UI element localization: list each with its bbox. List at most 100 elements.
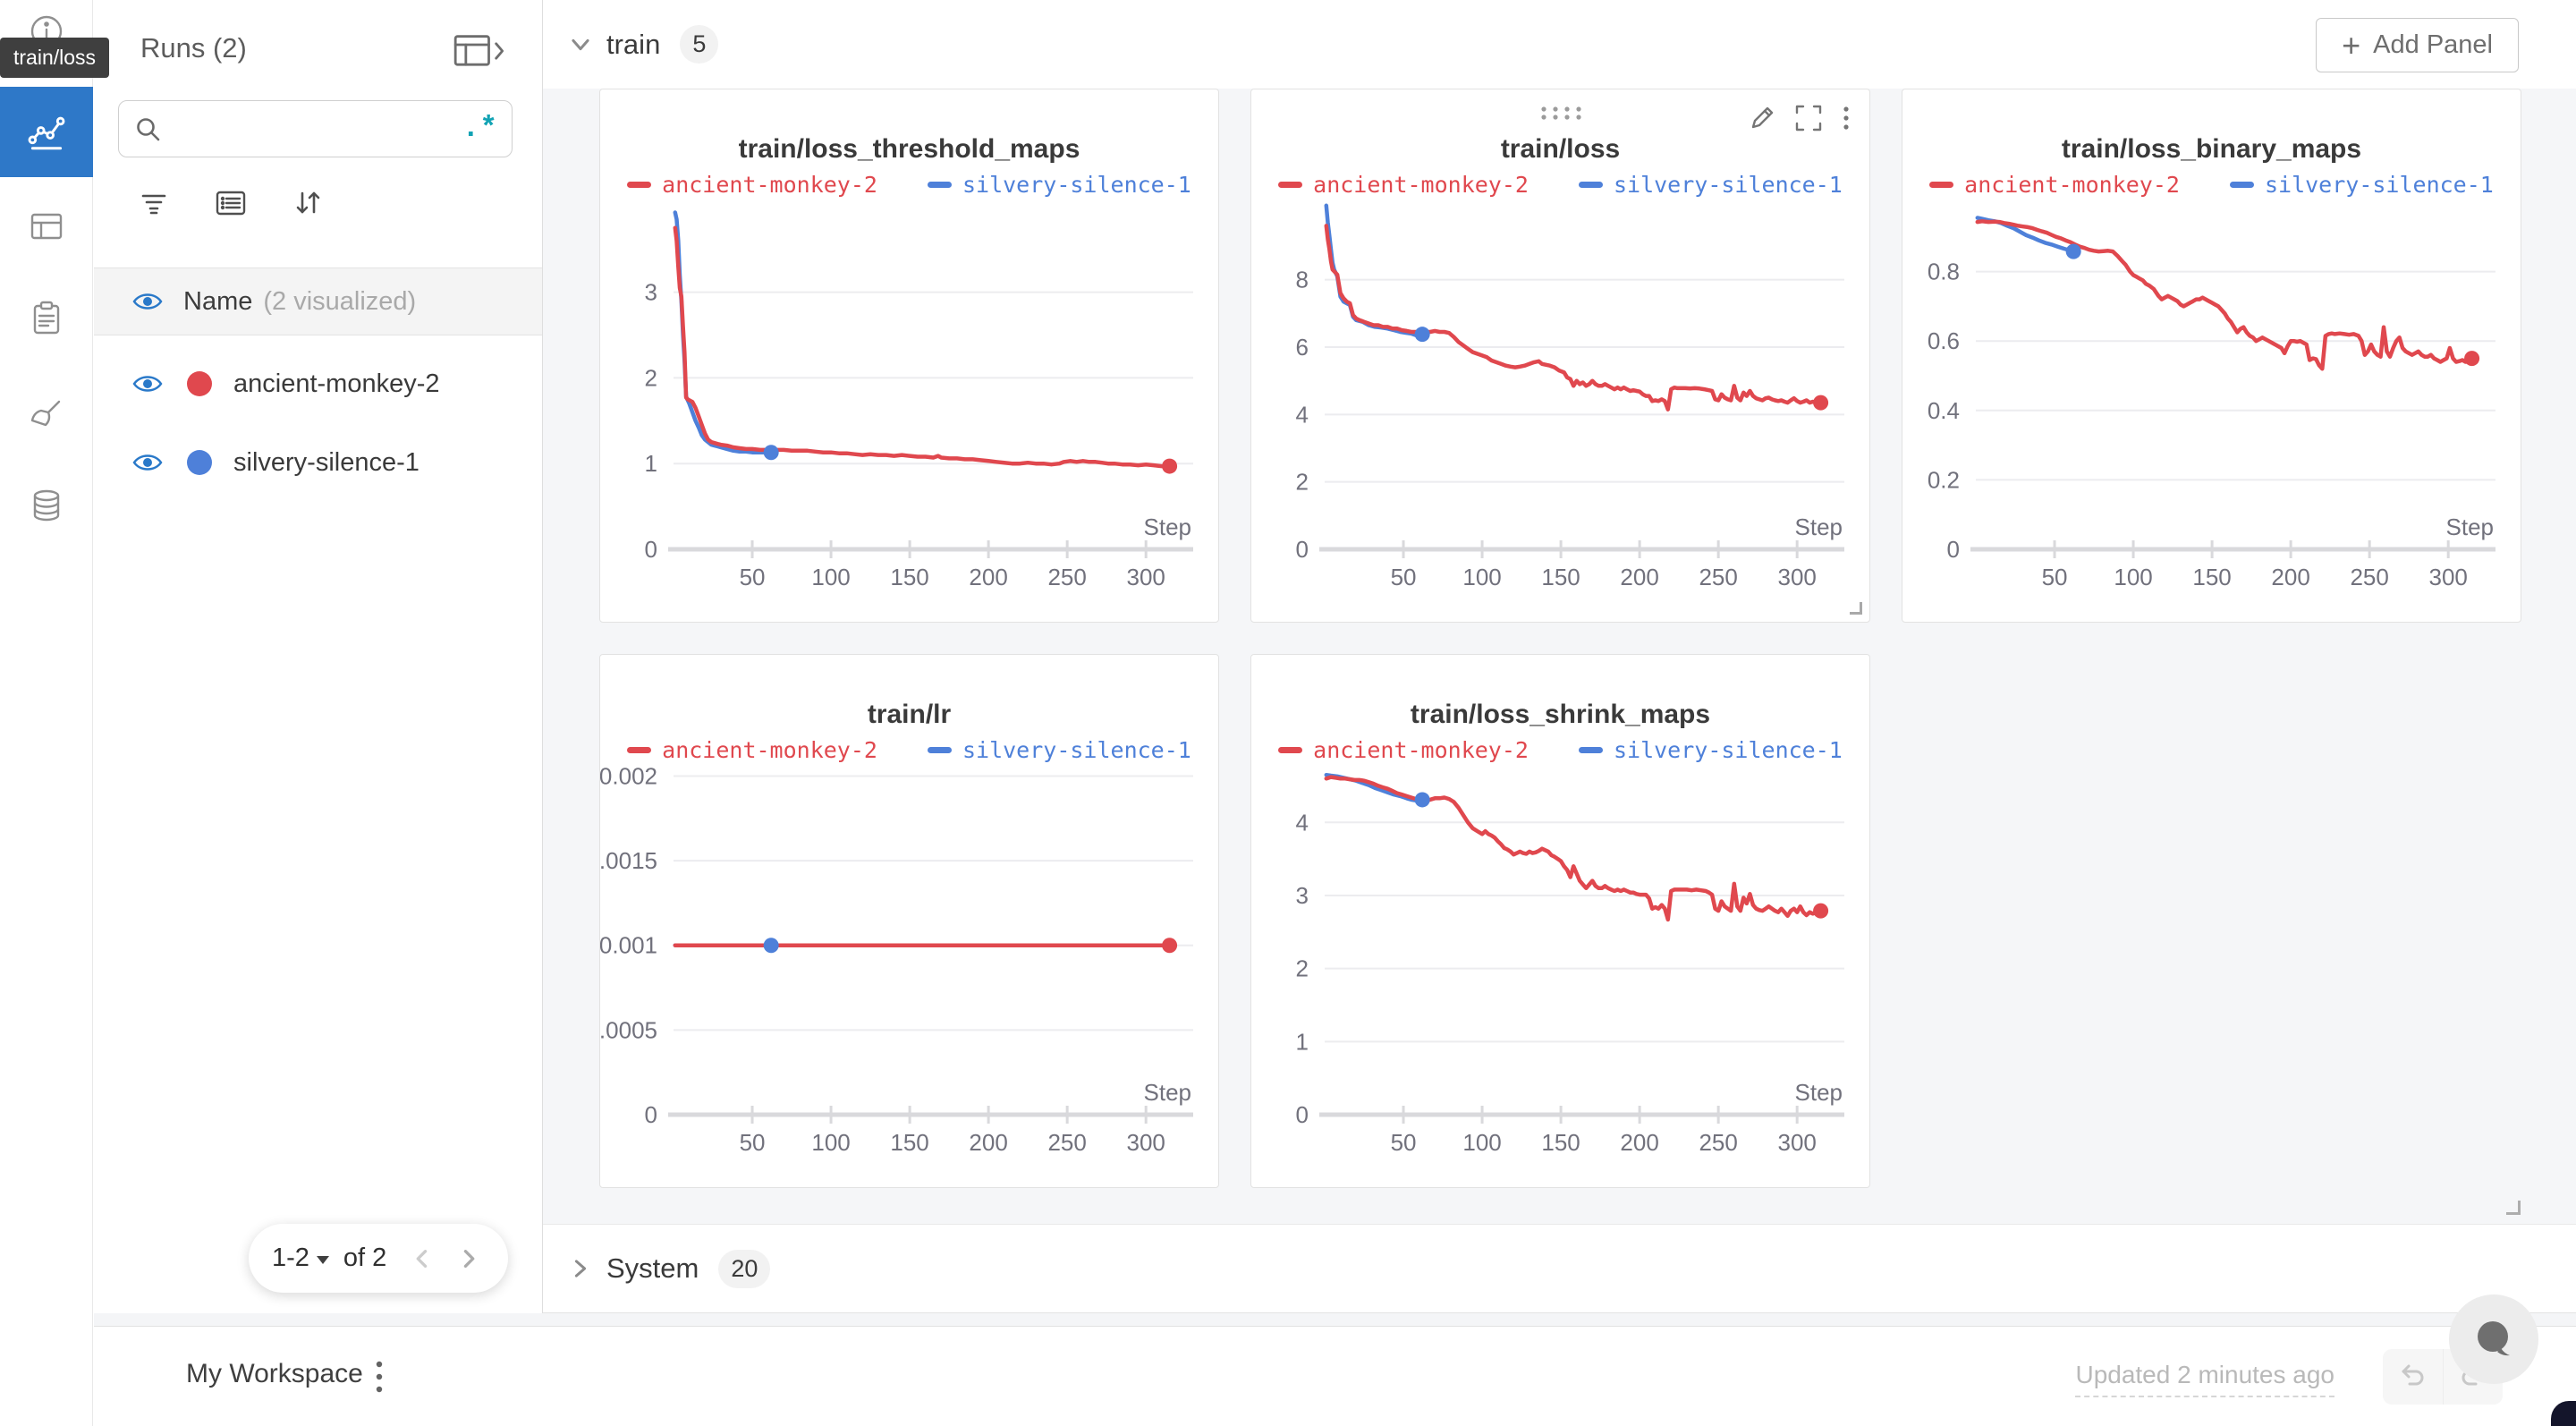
visibility-eye-icon[interactable] (131, 451, 164, 474)
legend-label: ancient-monkey-2 (1964, 172, 2180, 198)
panel-resize-handle[interactable] (1850, 602, 1862, 615)
line-chart-icon (25, 111, 68, 154)
add-panel-button[interactable]: + Add Panel (2316, 18, 2519, 72)
panel-legend: ancient-monkey-2 silvery-silence-1 (600, 737, 1218, 763)
sort-icon[interactable] (291, 186, 325, 220)
legend-item[interactable]: ancient-monkey-2 (1929, 172, 2180, 198)
pagination-caret-icon[interactable] (317, 1256, 329, 1264)
section-count-badge: 20 (718, 1250, 770, 1288)
chevron-down-icon[interactable] (567, 31, 594, 58)
legend-item[interactable]: silvery-silence-1 (1579, 172, 1843, 198)
panel-plot[interactable]: 00.00050.0010.00150.00250100150200250300… (600, 766, 1220, 1174)
drag-handle-icon[interactable] (1540, 106, 1581, 121)
panel-plot[interactable]: 0246850100150200250300Step (1251, 200, 1871, 608)
undo-button[interactable] (2383, 1349, 2443, 1405)
section-resize-handle[interactable] (2506, 1201, 2521, 1215)
chat-button[interactable] (2449, 1294, 2538, 1384)
filter-icon[interactable] (137, 186, 171, 220)
pagination-range[interactable]: 1-2 (272, 1244, 309, 1273)
svg-text:2: 2 (1296, 469, 1309, 496)
runs-table-expand-icon[interactable] (451, 32, 508, 70)
panel-plot[interactable]: 00.20.40.60.850100150200250300Step (1902, 200, 2522, 608)
next-page-icon[interactable] (458, 1247, 479, 1270)
panel-plot[interactable]: 0123450100150200250300Step (1251, 766, 1871, 1174)
svg-text:50: 50 (740, 564, 766, 590)
workspace-menu-icon[interactable] (373, 1355, 386, 1398)
visibility-eye-icon[interactable] (131, 372, 164, 395)
panel-menu-icon[interactable] (1839, 102, 1853, 134)
svg-text:0.2: 0.2 (1928, 466, 1960, 493)
svg-text:200: 200 (1620, 564, 1658, 590)
broom-icon[interactable] (26, 394, 67, 435)
run-row[interactable]: silvery-silence-1 (94, 423, 542, 502)
legend-item[interactable]: ancient-monkey-2 (627, 172, 877, 198)
panel-card-2[interactable]: train/loss ancient-monkey-2silvery-silen… (1250, 89, 1870, 623)
run-name[interactable]: ancient-monkey-2 (233, 369, 440, 399)
panels-icon[interactable] (26, 206, 67, 247)
legend-label: silvery-silence-1 (962, 737, 1191, 763)
legend-label: silvery-silence-1 (2265, 172, 2494, 198)
run-name[interactable]: silvery-silence-1 (233, 448, 419, 478)
legend-swatch (1929, 182, 1953, 188)
panel-plot[interactable]: 012350100150200250300Step (600, 200, 1220, 608)
section-title: System (606, 1252, 699, 1285)
svg-text:150: 150 (890, 1129, 928, 1156)
svg-text:200: 200 (2271, 564, 2309, 590)
svg-text:150: 150 (2192, 564, 2231, 590)
svg-text:200: 200 (969, 564, 1007, 590)
regex-toggle[interactable]: .* (462, 120, 497, 138)
panel-card-3[interactable]: train/loss_binary_maps ancient-monkey-2s… (1902, 89, 2521, 623)
divider-strip (94, 1313, 2576, 1326)
runs-column-name: Name (183, 287, 252, 317)
svg-text:2: 2 (645, 364, 657, 391)
chat-bubble-icon (2468, 1313, 2520, 1365)
panel-card-1[interactable]: train/loss_threshold_maps ancient-monkey… (599, 89, 1219, 623)
legend-item[interactable]: silvery-silence-1 (928, 172, 1191, 198)
edit-panel-icon[interactable] (1746, 102, 1778, 134)
run-row[interactable]: ancient-monkey-2 (94, 344, 542, 423)
legend-swatch (1579, 747, 1603, 753)
clipboard-icon[interactable] (26, 298, 67, 339)
prev-page-icon[interactable] (411, 1247, 433, 1270)
runs-search: .* (118, 100, 513, 157)
nav-item-workspace[interactable] (0, 87, 93, 177)
database-icon[interactable] (26, 486, 67, 527)
legend-swatch (627, 182, 651, 188)
panel-card-4[interactable]: train/lr ancient-monkey-2silvery-silence… (599, 654, 1219, 1188)
svg-text:8: 8 (1296, 267, 1309, 293)
svg-text:0: 0 (1296, 536, 1309, 563)
svg-text:150: 150 (1541, 564, 1580, 590)
panel-card-5[interactable]: train/loss_shrink_maps ancient-monkey-2s… (1250, 654, 1870, 1188)
legend-item[interactable]: ancient-monkey-2 (627, 737, 877, 763)
legend-item[interactable]: silvery-silence-1 (928, 737, 1191, 763)
search-input[interactable] (162, 115, 462, 143)
panel-controls (1251, 89, 1869, 143)
section-train-header[interactable]: train 5 + Add Panel (543, 0, 2576, 89)
legend-item[interactable]: silvery-silence-1 (2230, 172, 2494, 198)
legend-label: ancient-monkey-2 (662, 172, 877, 198)
svg-text:0.4: 0.4 (1928, 397, 1960, 424)
legend-item[interactable]: ancient-monkey-2 (1278, 737, 1529, 763)
svg-text:50: 50 (1391, 1129, 1417, 1156)
runs-list-header[interactable]: Name (2 visualized) (94, 267, 542, 335)
svg-text:250: 250 (1047, 1129, 1086, 1156)
workspace-title[interactable]: My Workspace (186, 1359, 363, 1389)
runs-panel: Runs (2) .* Name (2 visualized) (94, 0, 543, 1313)
svg-text:300: 300 (1777, 1129, 1816, 1156)
legend-item[interactable]: ancient-monkey-2 (1278, 172, 1529, 198)
svg-text:200: 200 (1620, 1129, 1658, 1156)
updated-status[interactable]: Updated 2 minutes ago (2075, 1361, 2334, 1397)
legend-item[interactable]: silvery-silence-1 (1579, 737, 1843, 763)
chevron-right-icon[interactable] (567, 1255, 594, 1282)
runs-toolbar (137, 186, 325, 220)
svg-text:0: 0 (645, 1101, 657, 1128)
svg-text:4: 4 (1296, 809, 1309, 836)
svg-text:100: 100 (1462, 564, 1501, 590)
fullscreen-panel-icon[interactable] (1792, 102, 1825, 134)
columns-list-icon[interactable] (214, 186, 248, 220)
svg-text:Step: Step (1795, 514, 1843, 540)
search-icon (133, 115, 162, 143)
svg-text:300: 300 (1126, 1129, 1165, 1156)
visibility-eye-icon[interactable] (131, 290, 164, 313)
section-system-header[interactable]: System 20 (543, 1224, 2576, 1313)
